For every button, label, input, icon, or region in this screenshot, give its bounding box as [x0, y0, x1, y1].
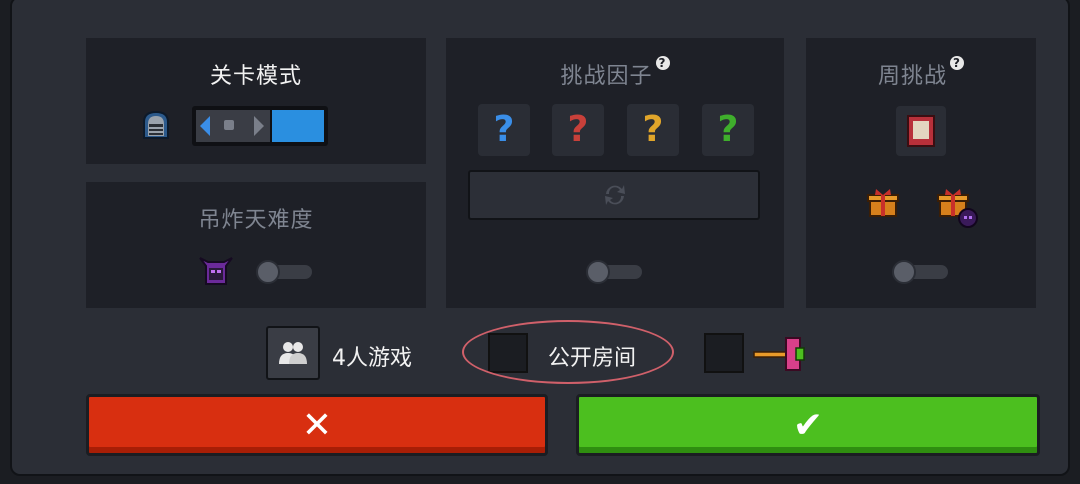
refresh-button[interactable] [468, 170, 760, 220]
toggle-knob [892, 260, 916, 284]
slider-fill [272, 110, 324, 142]
checkmark-icon: ✔ [792, 405, 824, 446]
hardcore-title: 吊炸天难度 [198, 208, 314, 233]
refresh-icon [600, 180, 630, 210]
level-mode-panel: 关卡模式 [86, 38, 426, 164]
weekly-challenge-title: 周挑战? [806, 56, 1036, 90]
challenge-card-icon [907, 115, 935, 147]
weekly-challenge-label: 周挑战 [877, 64, 947, 89]
level-mode-title: 关卡模式 [209, 64, 302, 89]
level-mode-slider[interactable] [192, 106, 328, 146]
toggle-knob [256, 260, 280, 284]
knight-helmet-icon [138, 108, 174, 144]
help-icon[interactable]: ? [655, 56, 670, 70]
four-player-label: 4人游戏 [332, 346, 412, 371]
gift-reward-icon [866, 186, 900, 220]
slider-handle-icon[interactable] [224, 120, 234, 130]
hammer-icon [752, 334, 808, 374]
four-player-button[interactable] [266, 326, 320, 380]
toggle-knob [586, 260, 610, 284]
hammer-option-checkbox[interactable] [704, 333, 744, 373]
challenge-slot-3[interactable]: ? [627, 104, 679, 156]
challenge-factors-toggle[interactable] [586, 260, 644, 284]
hardcore-panel: 吊炸天难度 [86, 182, 426, 308]
close-icon: ✕ [301, 405, 333, 446]
players-icon [278, 340, 308, 366]
challenge-factors-label: 挑战因子 [560, 64, 653, 89]
gift-bonus-reward-icon [936, 186, 980, 230]
weekly-challenge-toggle[interactable] [892, 260, 950, 284]
challenge-slot-2[interactable]: ? [552, 104, 604, 156]
weekly-challenge-card-button[interactable] [896, 106, 946, 156]
help-icon[interactable]: ? [950, 56, 964, 70]
slider-arrow-right-icon[interactable] [254, 116, 264, 136]
confirm-button[interactable]: ✔ [576, 394, 1040, 456]
public-room-highlight-circle [462, 320, 674, 384]
challenge-slot-1[interactable]: ? [478, 104, 530, 156]
cancel-button[interactable]: ✕ [86, 394, 548, 456]
hardcore-toggle[interactable] [256, 260, 314, 284]
challenge-factors-title: 挑战因子? [446, 56, 784, 90]
slider-arrow-left-icon[interactable] [200, 116, 210, 136]
demon-helmet-icon [196, 252, 236, 292]
challenge-slot-4[interactable]: ? [702, 104, 754, 156]
